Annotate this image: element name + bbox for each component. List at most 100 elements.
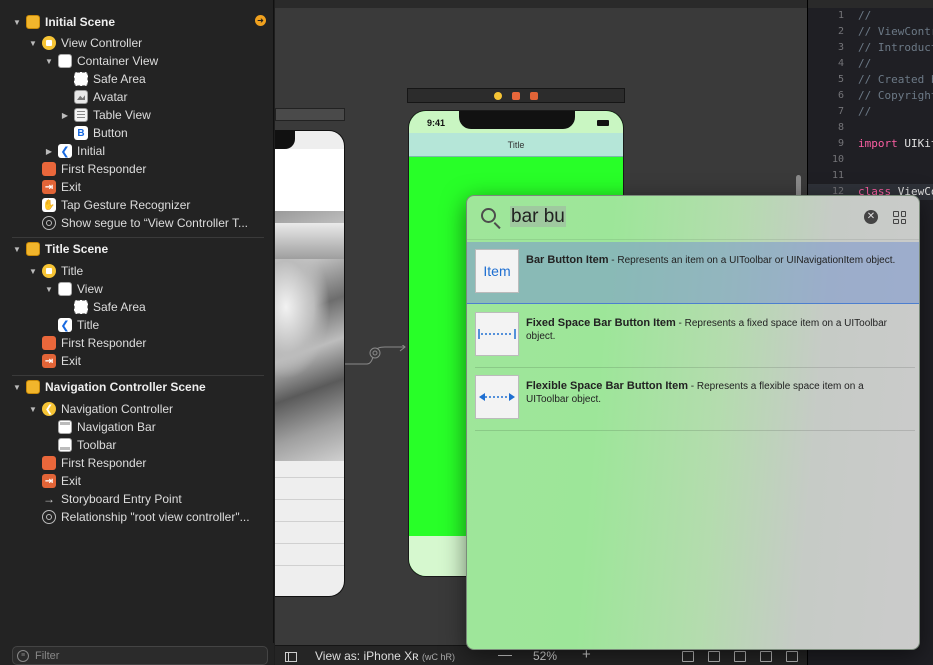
result-separator (475, 430, 915, 431)
code-line[interactable]: 8 (808, 121, 933, 137)
exit-icon[interactable] (530, 91, 538, 100)
outline-row[interactable]: Navigation Bar (44, 418, 156, 436)
nav-icon: ❮ (42, 402, 56, 416)
disclosure-open-icon[interactable]: ▼ (28, 404, 38, 414)
disclosure-open-icon[interactable]: ▼ (28, 266, 38, 276)
outline-row-label: Initial Scene (45, 15, 116, 29)
disclosure-open-icon[interactable]: ▼ (12, 244, 22, 254)
safe-icon (74, 72, 88, 86)
outline-row[interactable]: B Button (60, 124, 128, 142)
code-line[interactable]: 9 import UIKit (808, 137, 933, 153)
size-class-label: (wC hR) (422, 652, 456, 662)
code-line[interactable]: 3 // Introduction (808, 41, 933, 57)
object-library-popup[interactable]: bar bu ✕ Item Bar Button Item - Represent… (466, 195, 920, 650)
outline-row[interactable]: Avatar (60, 88, 127, 106)
library-result-item[interactable]: Flexible Space Bar Button Item - Represe… (467, 368, 919, 430)
library-result-item[interactable]: Item Bar Button Item - Represents an item… (467, 242, 919, 304)
outline-row[interactable]: First Responder (28, 334, 146, 352)
go-to-scene-icon[interactable]: ➜ (255, 15, 266, 26)
tap-icon: ✋ (42, 198, 56, 212)
resolve-issues-icon[interactable] (786, 651, 798, 662)
resp-icon (42, 336, 56, 350)
outline-row[interactable]: ▼ View Controller (28, 34, 142, 52)
outline-row[interactable]: ▼ Title (28, 262, 83, 280)
outline-row[interactable]: Safe Area (60, 70, 146, 88)
view-as-button[interactable]: View as: iPhone Xʀ (wC hR) (315, 649, 455, 663)
outline-row[interactable]: ▼ ❮ Navigation Controller (28, 400, 173, 418)
toggle-outline-icon[interactable] (285, 652, 297, 662)
outline-row[interactable]: Exit (28, 472, 81, 490)
outline-row[interactable]: ▼ View (44, 280, 103, 298)
btn-icon: B (74, 126, 88, 140)
line-number: 10 (831, 154, 844, 165)
code-line[interactable]: 2 // ViewController.swift (808, 25, 933, 41)
outline-row[interactable]: Toolbar (44, 436, 116, 454)
outline-row[interactable]: → Storyboard Entry Point (28, 490, 182, 508)
outline-row[interactable]: ✋ Tap Gesture Recognizer (28, 196, 190, 214)
outline-scene-row[interactable]: ▼ Initial Scene (12, 13, 115, 31)
outline-row[interactable]: Show segue to “View Controller T... (28, 214, 248, 232)
grid-view-icon[interactable] (893, 211, 906, 224)
back-icon: ❮ (58, 144, 72, 158)
library-search-input[interactable]: bar bu (510, 206, 566, 228)
disclosure-open-icon[interactable]: ▼ (44, 56, 54, 66)
segue-icon (42, 216, 56, 230)
navigation-bar[interactable]: Title (409, 133, 623, 157)
align-icon[interactable] (734, 651, 746, 662)
outline-row[interactable]: First Responder (28, 454, 146, 472)
line-number: 3 (837, 42, 844, 53)
outline-row[interactable]: ▼ Container View (44, 52, 158, 70)
outline-row[interactable]: ▶ Table View (60, 106, 151, 124)
code-line[interactable]: 11 (808, 169, 933, 185)
library-item-name: Flexible Space Bar Button Item (526, 380, 688, 392)
outline-row[interactable]: First Responder (28, 160, 146, 178)
scene-dock-left[interactable] (275, 108, 345, 121)
disclosure-closed-icon[interactable]: ▶ (60, 110, 70, 120)
img-icon (74, 90, 88, 104)
code-line[interactable]: 6 // Copyright (808, 89, 933, 105)
outline-row-label: Toolbar (77, 438, 117, 452)
first-responder-icon[interactable] (512, 91, 520, 100)
exit-icon (42, 180, 56, 194)
outline-row-label: Exit (61, 180, 82, 194)
code-line[interactable]: 10 (808, 153, 933, 169)
disclosure-open-icon[interactable]: ▼ (12, 17, 22, 27)
outline-row[interactable]: Safe Area (60, 298, 146, 316)
outline-row[interactable]: Exit (28, 352, 81, 370)
disclosure-open-icon[interactable]: ▼ (28, 38, 38, 48)
outline-row[interactable]: Relationship "root view controller"... (28, 508, 250, 526)
safe-icon (74, 300, 88, 314)
outline-row[interactable]: Exit (28, 178, 81, 196)
filter-input[interactable]: ≡ Filter (12, 646, 268, 665)
initial-scene-phone[interactable] (275, 130, 345, 597)
exit-icon (42, 354, 56, 368)
disclosure-closed-icon[interactable]: ▶ (44, 146, 54, 156)
disclosure-open-icon[interactable]: ▼ (44, 284, 54, 294)
update-frames-icon[interactable] (682, 651, 694, 662)
outline-scene-row[interactable]: ▼ Navigation Controller Scene (12, 378, 206, 396)
code-text: // (858, 57, 872, 70)
library-search-bar[interactable]: bar bu ✕ (467, 196, 919, 240)
embed-in-icon[interactable] (708, 651, 720, 662)
scene-dock[interactable] (407, 88, 625, 103)
outline-row[interactable]: ▶ ❮ Initial (44, 142, 105, 160)
segue-arrow[interactable] (345, 345, 407, 365)
outline-scene-row[interactable]: ▼ Title Scene (12, 240, 108, 258)
disclosure-open-icon[interactable]: ▼ (12, 382, 22, 392)
outline-row-label: View (77, 282, 103, 296)
add-constraints-icon[interactable] (760, 651, 772, 662)
outline-row-label: Title (61, 264, 84, 278)
library-result-item[interactable]: Fixed Space Bar Button Item - Represents… (467, 305, 919, 367)
code-line[interactable]: 7 // (808, 105, 933, 121)
zoom-level[interactable]: 52% (533, 649, 557, 663)
view-controller-icon[interactable] (494, 91, 502, 100)
outline-row[interactable]: ❮ Title (44, 316, 99, 334)
code-line[interactable]: 5 // Created by (808, 73, 933, 89)
clear-search-icon[interactable]: ✕ (864, 210, 878, 224)
code-line[interactable]: 1 // (808, 9, 933, 25)
navigation-title[interactable]: Title (508, 140, 525, 150)
code-line[interactable]: 4 // (808, 57, 933, 73)
